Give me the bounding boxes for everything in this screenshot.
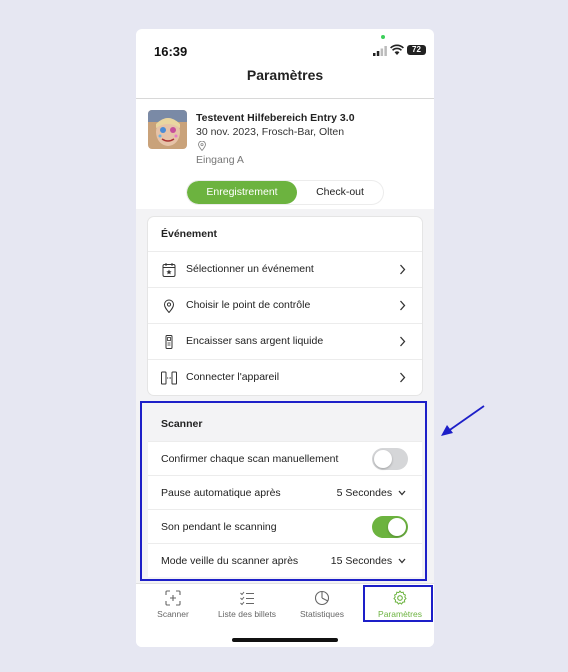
checkpoint-label: Choisir le point de contrôle <box>186 299 311 311</box>
tab-statistics[interactable]: Statistiques <box>285 590 359 619</box>
cashless-label: Encaisser sans argent liquide <box>186 335 324 347</box>
calendar-star-icon <box>162 263 176 277</box>
cellular-signal-icon <box>373 46 387 56</box>
mode-segmented-control: Enregistrement Check-out <box>187 181 383 204</box>
card-terminal-icon <box>165 335 173 349</box>
tab-scanner-label: Scanner <box>157 609 189 619</box>
chevron-right-icon <box>400 372 406 383</box>
device-connect-icon <box>161 371 177 385</box>
pointer-arrow-icon <box>441 405 485 436</box>
battery-icon: 72 <box>407 45 426 55</box>
tab-scanner[interactable]: Scanner <box>136 590 210 619</box>
camera-indicator-icon <box>381 35 385 39</box>
chevron-right-icon <box>400 336 406 347</box>
status-time: 16:39 <box>154 44 188 59</box>
event-entrance: Eingang A <box>196 154 244 166</box>
event-section-title: Événement <box>161 228 218 240</box>
cashless-row[interactable]: Encaisser sans argent liquide <box>148 323 422 359</box>
home-indicator <box>232 638 338 642</box>
location-pin-icon <box>163 299 175 313</box>
mode-checkin-button[interactable]: Enregistrement <box>187 181 297 204</box>
event-image <box>148 110 187 149</box>
select-event-row[interactable]: Sélectionner un événement <box>148 251 422 287</box>
scanner-section-highlight <box>140 401 427 581</box>
tab-statistics-label: Statistiques <box>300 609 344 619</box>
connect-device-label: Connecter l'appareil <box>186 371 280 383</box>
page-title: Paramètres <box>246 67 324 83</box>
checkpoint-row[interactable]: Choisir le point de contrôle <box>148 287 422 323</box>
event-name: Testevent Hilfebereich Entry 3.0 <box>196 112 355 124</box>
mode-checkout-button[interactable]: Check-out <box>297 181 383 204</box>
connect-device-row[interactable]: Connecter l'appareil <box>148 359 422 395</box>
settings-tab-highlight <box>363 585 433 622</box>
event-settings-card: Événement Sélectionner un événement Choi… <box>148 217 422 395</box>
wifi-icon <box>390 44 404 55</box>
select-event-label: Sélectionner un événement <box>186 263 314 275</box>
pie-chart-icon <box>314 590 330 606</box>
location-pin-icon <box>198 141 206 151</box>
event-date-location: 30 nov. 2023, Frosch-Bar, Olten <box>196 126 345 138</box>
checklist-icon <box>240 591 254 606</box>
tab-tickets[interactable]: Liste des billets <box>210 590 284 619</box>
tab-tickets-label: Liste des billets <box>217 609 277 619</box>
chevron-right-icon <box>400 264 406 275</box>
scan-icon <box>165 590 181 606</box>
chevron-right-icon <box>400 300 406 311</box>
